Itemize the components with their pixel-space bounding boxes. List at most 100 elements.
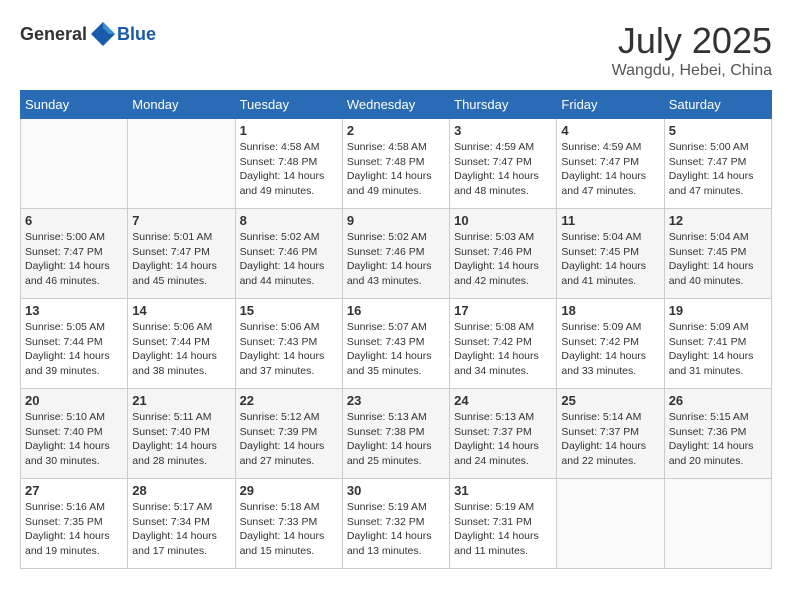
day-info: Sunrise: 4:58 AMSunset: 7:48 PMDaylight:…	[347, 140, 445, 199]
day-number: 16	[347, 303, 445, 318]
day-info: Sunrise: 5:19 AMSunset: 7:32 PMDaylight:…	[347, 500, 445, 559]
day-number: 2	[347, 123, 445, 138]
calendar-cell: 14 Sunrise: 5:06 AMSunset: 7:44 PMDayligh…	[128, 299, 235, 389]
day-number: 8	[240, 213, 338, 228]
day-number: 7	[132, 213, 230, 228]
calendar-cell: 19 Sunrise: 5:09 AMSunset: 7:41 PMDayligh…	[664, 299, 771, 389]
calendar-table: SundayMondayTuesdayWednesdayThursdayFrid…	[20, 90, 772, 569]
logo-icon	[89, 20, 117, 48]
calendar-cell	[21, 119, 128, 209]
day-info: Sunrise: 5:13 AMSunset: 7:38 PMDaylight:…	[347, 410, 445, 469]
day-number: 1	[240, 123, 338, 138]
day-number: 15	[240, 303, 338, 318]
day-number: 28	[132, 483, 230, 498]
calendar-cell: 27 Sunrise: 5:16 AMSunset: 7:35 PMDayligh…	[21, 479, 128, 569]
day-number: 31	[454, 483, 552, 498]
day-number: 30	[347, 483, 445, 498]
day-info: Sunrise: 5:00 AMSunset: 7:47 PMDaylight:…	[669, 140, 767, 199]
day-number: 22	[240, 393, 338, 408]
day-info: Sunrise: 5:09 AMSunset: 7:42 PMDaylight:…	[561, 320, 659, 379]
weekday-header-row: SundayMondayTuesdayWednesdayThursdayFrid…	[21, 91, 772, 119]
calendar-cell	[128, 119, 235, 209]
day-number: 23	[347, 393, 445, 408]
weekday-friday: Friday	[557, 91, 664, 119]
calendar-body: 1 Sunrise: 4:58 AMSunset: 7:48 PMDaylight…	[21, 119, 772, 569]
calendar-week-5: 27 Sunrise: 5:16 AMSunset: 7:35 PMDayligh…	[21, 479, 772, 569]
day-info: Sunrise: 5:07 AMSunset: 7:43 PMDaylight:…	[347, 320, 445, 379]
day-number: 20	[25, 393, 123, 408]
calendar-cell: 28 Sunrise: 5:17 AMSunset: 7:34 PMDayligh…	[128, 479, 235, 569]
calendar-cell: 12 Sunrise: 5:04 AMSunset: 7:45 PMDayligh…	[664, 209, 771, 299]
day-number: 14	[132, 303, 230, 318]
logo-blue: Blue	[117, 24, 156, 45]
calendar-cell: 18Sunrise: 5:09 AMSunset: 7:42 PMDayligh…	[557, 299, 664, 389]
day-info: Sunrise: 5:17 AMSunset: 7:34 PMDaylight:…	[132, 500, 230, 559]
day-info: Sunrise: 5:06 AMSunset: 7:43 PMDaylight:…	[240, 320, 338, 379]
day-number: 19	[669, 303, 767, 318]
day-info: Sunrise: 5:03 AMSunset: 7:46 PMDaylight:…	[454, 230, 552, 289]
day-number: 5	[669, 123, 767, 138]
day-info: Sunrise: 4:59 AMSunset: 7:47 PMDaylight:…	[454, 140, 552, 199]
day-number: 3	[454, 123, 552, 138]
calendar-cell: 23 Sunrise: 5:13 AMSunset: 7:38 PMDayligh…	[342, 389, 449, 479]
day-info: Sunrise: 5:10 AMSunset: 7:40 PMDaylight:…	[25, 410, 123, 469]
weekday-tuesday: Tuesday	[235, 91, 342, 119]
weekday-wednesday: Wednesday	[342, 91, 449, 119]
calendar-cell: 4Sunrise: 4:59 AMSunset: 7:47 PMDaylight…	[557, 119, 664, 209]
day-number: 9	[347, 213, 445, 228]
calendar-cell	[664, 479, 771, 569]
day-number: 24	[454, 393, 552, 408]
day-info: Sunrise: 5:14 AMSunset: 7:37 PMDaylight:…	[561, 410, 659, 469]
day-info: Sunrise: 5:08 AMSunset: 7:42 PMDaylight:…	[454, 320, 552, 379]
day-number: 29	[240, 483, 338, 498]
day-info: Sunrise: 5:09 AMSunset: 7:41 PMDaylight:…	[669, 320, 767, 379]
title-block: July 2025 Wangdu, Hebei, China	[612, 20, 772, 80]
day-info: Sunrise: 5:06 AMSunset: 7:44 PMDaylight:…	[132, 320, 230, 379]
day-info: Sunrise: 5:12 AMSunset: 7:39 PMDaylight:…	[240, 410, 338, 469]
day-number: 13	[25, 303, 123, 318]
day-info: Sunrise: 5:13 AMSunset: 7:37 PMDaylight:…	[454, 410, 552, 469]
calendar-cell: 5 Sunrise: 5:00 AMSunset: 7:47 PMDaylight…	[664, 119, 771, 209]
calendar-week-3: 13Sunrise: 5:05 AMSunset: 7:44 PMDayligh…	[21, 299, 772, 389]
logo-general: General	[20, 24, 87, 45]
calendar-cell: 11 Sunrise: 5:04 AMSunset: 7:45 PMDayligh…	[557, 209, 664, 299]
weekday-monday: Monday	[128, 91, 235, 119]
day-info: Sunrise: 5:19 AMSunset: 7:31 PMDaylight:…	[454, 500, 552, 559]
calendar-week-1: 1 Sunrise: 4:58 AMSunset: 7:48 PMDaylight…	[21, 119, 772, 209]
weekday-saturday: Saturday	[664, 91, 771, 119]
calendar-cell: 1Sunrise: 4:58 AMSunset: 7:48 PMDaylight…	[235, 119, 342, 209]
calendar-cell: 25 Sunrise: 5:14 AMSunset: 7:37 PMDayligh…	[557, 389, 664, 479]
calendar-cell: 6 Sunrise: 5:00 AMSunset: 7:47 PMDaylight…	[21, 209, 128, 299]
page-header: General Blue July 2025 Wangdu, Hebei, Ch…	[20, 20, 772, 80]
day-info: Sunrise: 5:02 AMSunset: 7:46 PMDaylight:…	[240, 230, 338, 289]
day-number: 4	[561, 123, 659, 138]
calendar-week-2: 6 Sunrise: 5:00 AMSunset: 7:47 PMDaylight…	[21, 209, 772, 299]
calendar-cell: 13Sunrise: 5:05 AMSunset: 7:44 PMDayligh…	[21, 299, 128, 389]
calendar-cell: 16 Sunrise: 5:07 AMSunset: 7:43 PMDayligh…	[342, 299, 449, 389]
day-info: Sunrise: 5:16 AMSunset: 7:35 PMDaylight:…	[25, 500, 123, 559]
day-number: 27	[25, 483, 123, 498]
day-number: 10	[454, 213, 552, 228]
day-info: Sunrise: 5:18 AMSunset: 7:33 PMDaylight:…	[240, 500, 338, 559]
calendar-cell: 9Sunrise: 5:02 AMSunset: 7:46 PMDaylight…	[342, 209, 449, 299]
calendar-cell: 31 Sunrise: 5:19 AMSunset: 7:31 PMDayligh…	[450, 479, 557, 569]
calendar-cell: 26Sunrise: 5:15 AMSunset: 7:36 PMDayligh…	[664, 389, 771, 479]
day-info: Sunrise: 5:04 AMSunset: 7:45 PMDaylight:…	[669, 230, 767, 289]
day-number: 12	[669, 213, 767, 228]
weekday-sunday: Sunday	[21, 91, 128, 119]
calendar-cell: 24 Sunrise: 5:13 AMSunset: 7:37 PMDayligh…	[450, 389, 557, 479]
day-info: Sunrise: 5:15 AMSunset: 7:36 PMDaylight:…	[669, 410, 767, 469]
day-number: 6	[25, 213, 123, 228]
calendar-cell: 8 Sunrise: 5:02 AMSunset: 7:46 PMDaylight…	[235, 209, 342, 299]
day-info: Sunrise: 5:00 AMSunset: 7:47 PMDaylight:…	[25, 230, 123, 289]
day-number: 21	[132, 393, 230, 408]
day-number: 11	[561, 213, 659, 228]
calendar-cell: 20 Sunrise: 5:10 AMSunset: 7:40 PMDayligh…	[21, 389, 128, 479]
calendar-cell: 10 Sunrise: 5:03 AMSunset: 7:46 PMDayligh…	[450, 209, 557, 299]
day-number: 25	[561, 393, 659, 408]
calendar-cell: 17Sunrise: 5:08 AMSunset: 7:42 PMDayligh…	[450, 299, 557, 389]
day-info: Sunrise: 5:01 AMSunset: 7:47 PMDaylight:…	[132, 230, 230, 289]
day-info: Sunrise: 5:04 AMSunset: 7:45 PMDaylight:…	[561, 230, 659, 289]
calendar-header: SundayMondayTuesdayWednesdayThursdayFrid…	[21, 91, 772, 119]
calendar-cell: 21Sunrise: 5:11 AMSunset: 7:40 PMDayligh…	[128, 389, 235, 479]
